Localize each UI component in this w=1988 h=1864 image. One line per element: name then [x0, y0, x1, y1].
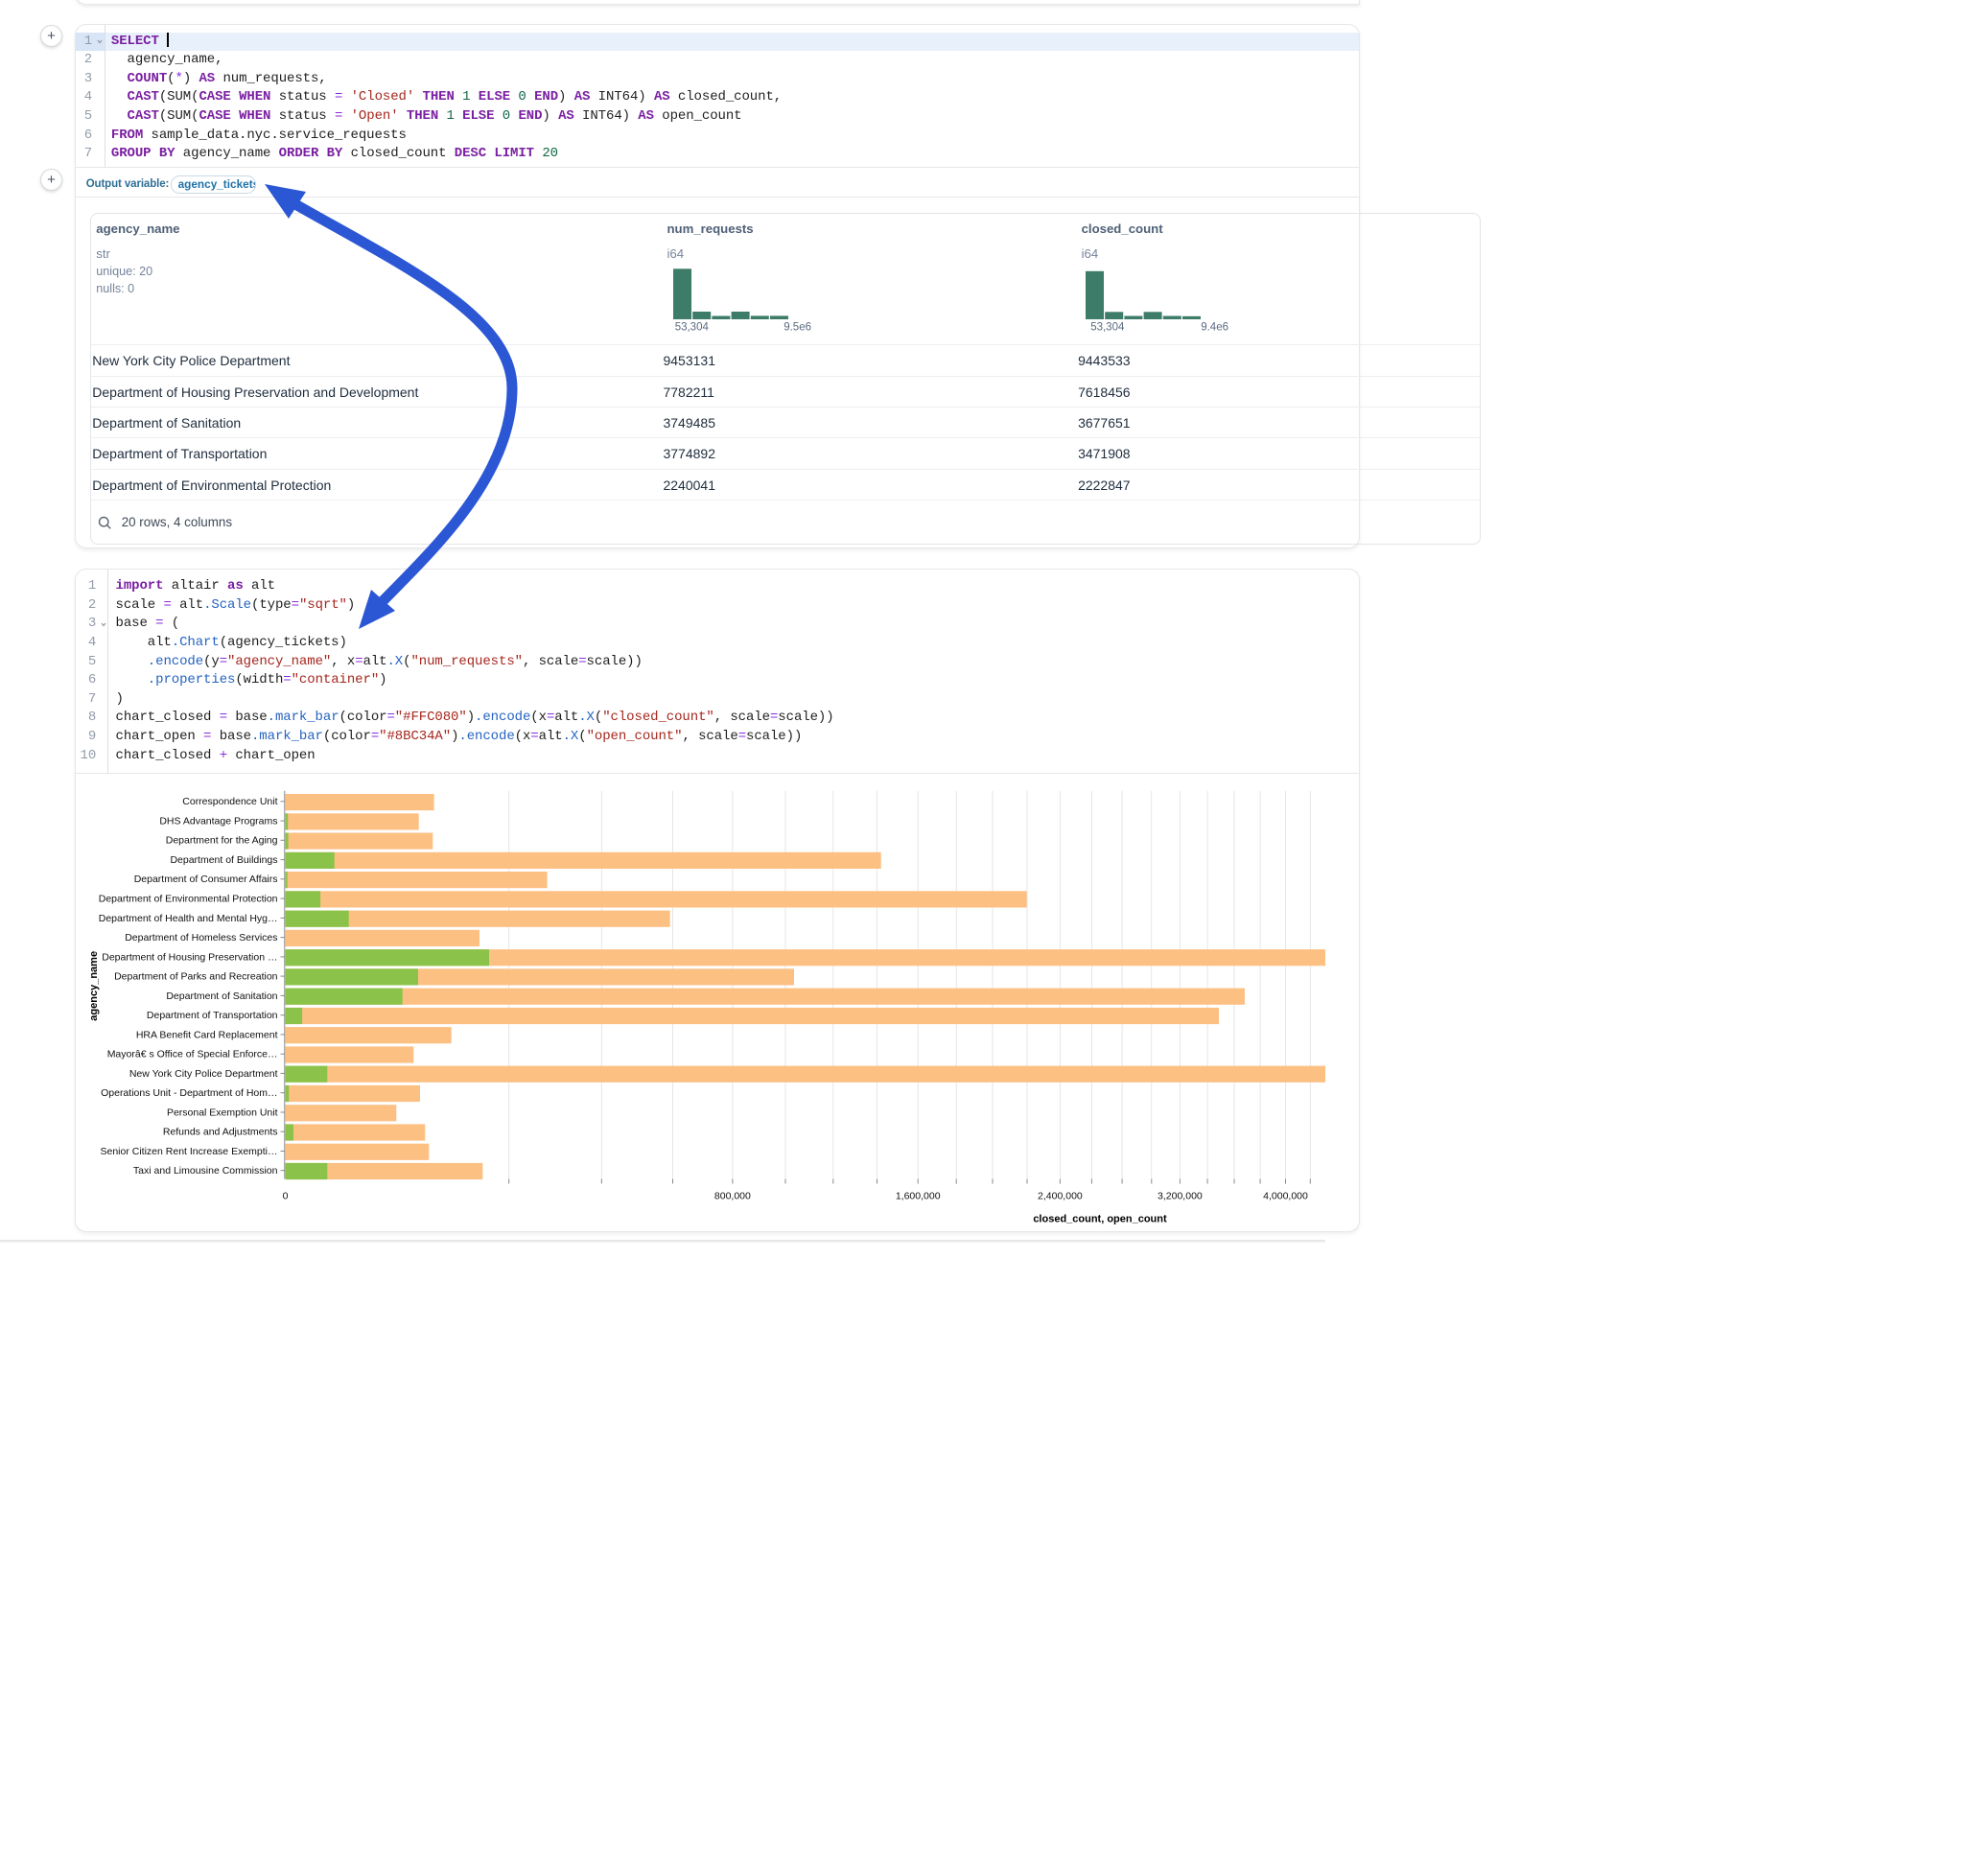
svg-text:Correspondence Unit: Correspondence Unit	[182, 796, 277, 807]
svg-text:Personal Exemption Unit: Personal Exemption Unit	[167, 1107, 278, 1119]
svg-text:53,304: 53,304	[1090, 322, 1125, 333]
svg-text:Department of Sanitation: Department of Sanitation	[166, 990, 277, 1002]
svg-text:53,304: 53,304	[674, 322, 709, 333]
svg-text:0: 0	[283, 1190, 289, 1201]
svg-text:2,400,000: 2,400,000	[1038, 1190, 1083, 1201]
svg-text:closed_count, open_count: closed_count, open_count	[1033, 1213, 1167, 1224]
svg-text:New York City Police Departmen: New York City Police Department	[129, 1068, 278, 1080]
svg-text:Refunds and Adjustments: Refunds and Adjustments	[163, 1127, 278, 1138]
svg-text:HRA Benefit Card Replacement: HRA Benefit Card Replacement	[136, 1029, 278, 1040]
svg-text:Department of Consumer Affairs: Department of Consumer Affairs	[134, 874, 278, 885]
svg-text:Department of Parks and Recrea: Department of Parks and Recreation	[114, 971, 278, 983]
svg-text:Department of Homeless Service: Department of Homeless Services	[125, 932, 277, 944]
svg-text:Department of Housing Preserva: Department of Housing Preservation …	[102, 951, 277, 963]
svg-text:Department of Health and Menta: Department of Health and Mental Hyg…	[99, 913, 278, 924]
svg-text:1,600,000: 1,600,000	[896, 1190, 941, 1201]
svg-text:Taxi and Limousine Commission: Taxi and Limousine Commission	[133, 1165, 278, 1177]
svg-text:9.4e6: 9.4e6	[1201, 322, 1228, 333]
svg-text:agency_name: agency_name	[88, 951, 100, 1021]
svg-text:4,000,000: 4,000,000	[1263, 1190, 1308, 1201]
svg-text:Mayorâ€ s Office of Special En: Mayorâ€ s Office of Special Enforce…	[107, 1049, 278, 1060]
svg-text:Department of Environmental Pr: Department of Environmental Protection	[99, 894, 278, 905]
svg-text:800,000: 800,000	[714, 1190, 751, 1201]
svg-text:Operations Unit - Department o: Operations Unit - Department of Hom…	[101, 1087, 277, 1099]
svg-text:Senior Citizen Rent Increase E: Senior Citizen Rent Increase Exempti…	[101, 1146, 278, 1157]
svg-text:9.5e6: 9.5e6	[784, 322, 811, 333]
svg-text:Department of Buildings: Department of Buildings	[170, 854, 277, 866]
svg-text:Department for the Aging: Department for the Aging	[166, 835, 278, 847]
svg-text:Department of Transportation: Department of Transportation	[147, 1010, 278, 1021]
svg-text:DHS Advantage Programs: DHS Advantage Programs	[159, 816, 277, 827]
svg-text:3,200,000: 3,200,000	[1158, 1190, 1203, 1201]
